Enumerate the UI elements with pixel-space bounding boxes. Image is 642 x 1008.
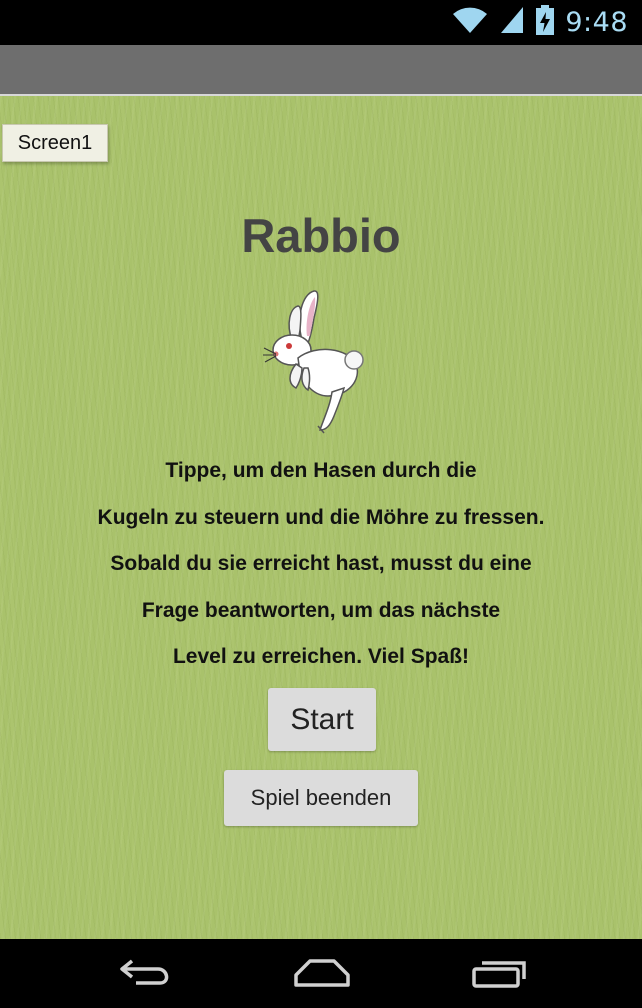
status-icons: 9:48 [451,0,628,45]
back-icon[interactable] [118,957,174,992]
home-icon[interactable] [292,957,352,994]
app-title: Rabbio [241,209,401,262]
action-bar [0,45,642,96]
navigation-bar [0,939,642,1008]
cell-signal-icon [499,5,525,40]
status-time: 9:48 [565,7,628,38]
status-bar: 9:48 [0,0,642,45]
instructions-line: Level zu erreichen. Viel Spaß! [172,645,470,668]
screen-tab[interactable]: Screen1 [2,124,108,162]
instructions-line: Sobald du sie erreicht hast, musst du ei… [110,552,532,575]
screen-content: Screen1 Rabbio Tippe, um den Hasen durch… [0,96,642,939]
wifi-icon [451,5,489,40]
start-button[interactable]: Start [268,688,376,751]
instructions-line: Kugeln zu steuern und die Möhre zu fress… [97,505,545,529]
instructions-text: Tippe, um den Hasen durch die Kugeln zu … [0,452,642,685]
instructions-line: Frage beantworten, um das nächste [141,598,501,622]
battery-charging-icon [535,4,555,41]
recent-apps-icon[interactable] [470,957,528,994]
rabbit-icon [262,288,372,434]
quit-game-button[interactable]: Spiel beenden [224,770,418,826]
instructions-line: Tippe, um den Hasen durch die [165,459,477,482]
